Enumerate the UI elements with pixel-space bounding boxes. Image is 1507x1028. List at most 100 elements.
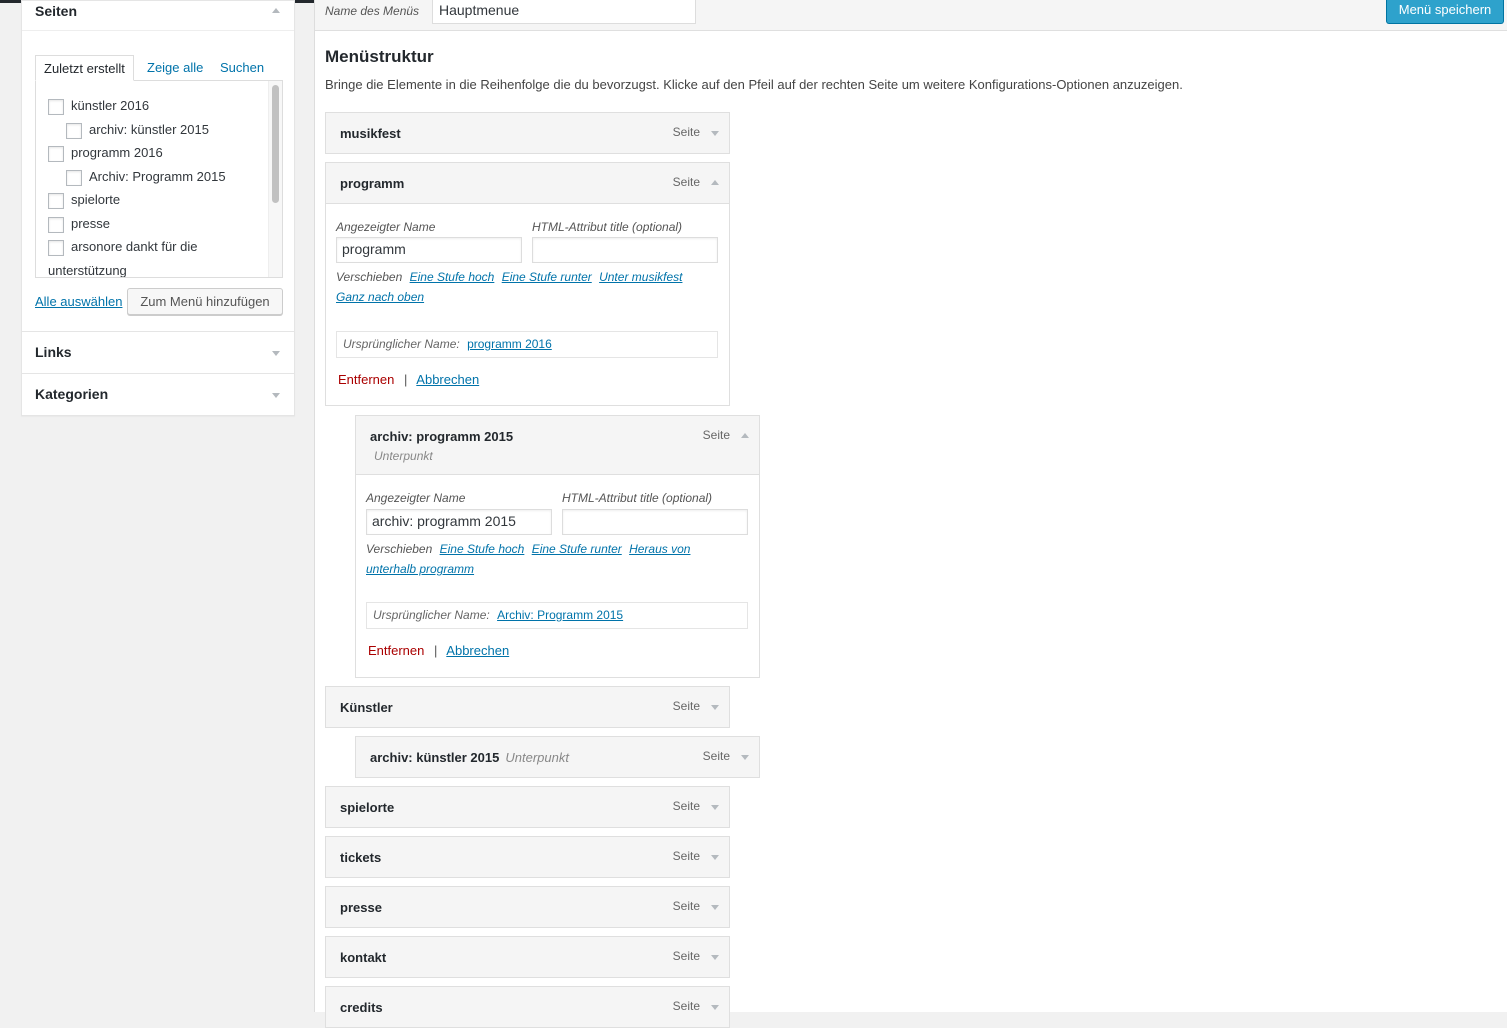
list-item[interactable]: presse: [48, 216, 110, 233]
arrow-down-icon[interactable]: [272, 351, 280, 356]
checkbox-icon[interactable]: [48, 239, 64, 256]
move-down-link[interactable]: Eine Stufe runter: [532, 542, 622, 556]
move-controls: Verschieben Eine Stufe hoch Eine Stufe r…: [366, 539, 746, 579]
original-name-link[interactable]: programm 2016: [467, 337, 552, 351]
list-item[interactable]: programm 2016: [48, 145, 163, 162]
menu-item-title: kontakt: [340, 950, 387, 965]
menu-item-type: Seite: [672, 799, 700, 813]
menu-structure-description: Bringe die Elemente in die Reihenfolge d…: [325, 77, 1183, 92]
navigation-label-label: Angezeigter Name: [366, 491, 466, 505]
menu-name-input[interactable]: Hauptmenue: [432, 0, 696, 24]
arrow-down-icon[interactable]: [711, 855, 719, 860]
remove-link[interactable]: Entfernen: [368, 643, 424, 658]
add-to-menu-button[interactable]: Zum Menü hinzufügen: [127, 288, 283, 315]
arrow-up-icon[interactable]: [272, 8, 280, 13]
arrow-down-icon[interactable]: [711, 131, 719, 136]
pages-box-title: Seiten: [35, 3, 78, 19]
original-name-label: Ursprünglicher Name:: [343, 337, 460, 351]
menu-item-subitem-label: Unterpunkt: [374, 449, 433, 463]
cancel-link[interactable]: Abbrechen: [446, 643, 509, 658]
move-out-link-continued[interactable]: unterhalb programm: [366, 562, 474, 576]
checkbox-icon[interactable]: [66, 169, 82, 186]
list-item[interactable]: Archiv: Programm 2015: [66, 169, 226, 186]
menu-item-type: Seite: [672, 175, 700, 189]
menu-item-kuenstler[interactable]: Künstler Seite: [325, 686, 730, 728]
menu-item-type: Seite: [702, 428, 730, 442]
list-item[interactable]: künstler 2016: [48, 98, 149, 115]
menu-item-type: Seite: [702, 749, 730, 763]
navigation-label-input[interactable]: programm: [336, 237, 522, 263]
move-under-link[interactable]: Unter musikfest: [599, 270, 682, 284]
menu-item-archiv-kuenstler[interactable]: archiv: künstler 2015 Unterpunkt Seite: [355, 736, 760, 778]
menu-item-title: archiv: künstler 2015 Unterpunkt: [370, 750, 569, 765]
navigation-label-input[interactable]: archiv: programm 2015: [366, 509, 552, 535]
menu-item-title: credits: [340, 1000, 383, 1015]
arrow-down-icon[interactable]: [711, 905, 719, 910]
move-down-link[interactable]: Eine Stufe runter: [502, 270, 592, 284]
list-item[interactable]: spielorte: [48, 192, 120, 209]
list-item-label: presse: [71, 216, 111, 231]
arrow-down-icon[interactable]: [272, 393, 280, 398]
pages-box-header[interactable]: Seiten: [22, 1, 294, 31]
separator: |: [404, 372, 408, 387]
menu-item-spielorte[interactable]: spielorte Seite: [325, 786, 730, 828]
scrollbar[interactable]: [268, 81, 282, 277]
select-all-link[interactable]: Alle auswählen: [35, 294, 122, 309]
pages-box: Seiten Zuletzt erstellt Zeige alle Suche…: [21, 0, 295, 332]
list-item-label: künstler 2016: [71, 98, 150, 113]
arrow-down-icon[interactable]: [741, 755, 749, 760]
scrollbar-thumb[interactable]: [272, 85, 279, 203]
arrow-down-icon[interactable]: [711, 705, 719, 710]
menu-name-label: Name des Menüs: [325, 4, 420, 18]
menu-item-title: archiv: programm 2015: [370, 429, 514, 444]
move-label: Verschieben: [336, 270, 403, 284]
links-box[interactable]: Links: [21, 332, 295, 374]
menu-item-type: Seite: [672, 999, 700, 1013]
categories-box[interactable]: Kategorien: [21, 374, 295, 416]
original-name-link[interactable]: Archiv: Programm 2015: [497, 608, 623, 622]
checkbox-icon[interactable]: [48, 192, 64, 209]
categories-box-title: Kategorien: [35, 386, 109, 402]
cancel-link[interactable]: Abbrechen: [416, 372, 479, 387]
arrow-up-icon[interactable]: [741, 433, 749, 438]
menu-item-programm[interactable]: programm Seite: [325, 162, 730, 204]
arrow-down-icon[interactable]: [711, 1005, 719, 1010]
title-attribute-input[interactable]: [532, 237, 718, 263]
pages-tabs: Zuletzt erstellt Zeige alle Suchen: [35, 55, 283, 81]
menu-item-title-text: archiv: künstler 2015: [370, 750, 500, 765]
original-name-box: Ursprünglicher Name: programm 2016: [336, 331, 718, 358]
checkbox-icon[interactable]: [48, 98, 64, 115]
arrow-up-icon[interactable]: [711, 180, 719, 185]
separator: |: [434, 643, 438, 658]
menu-name-bar: Name des Menüs Hauptmenue Menü speichern: [315, 0, 1507, 31]
tab-recent[interactable]: Zuletzt erstellt: [35, 55, 134, 81]
move-up-link[interactable]: Eine Stufe hoch: [410, 270, 495, 284]
arrow-down-icon[interactable]: [711, 955, 719, 960]
menu-item-archiv-programm[interactable]: archiv: programm 2015 Unterpunkt Seite: [355, 415, 760, 475]
checkbox-icon[interactable]: [66, 122, 82, 139]
menu-item-musikfest[interactable]: musikfest Seite: [325, 112, 730, 154]
menu-item-type: Seite: [672, 699, 700, 713]
remove-link[interactable]: Entfernen: [338, 372, 394, 387]
move-out-link[interactable]: Heraus von: [629, 542, 690, 556]
list-item[interactable]: archiv: künstler 2015: [66, 122, 209, 139]
checkbox-icon[interactable]: [48, 145, 64, 162]
save-menu-button[interactable]: Menü speichern: [1386, 0, 1504, 24]
menu-item-presse[interactable]: presse Seite: [325, 886, 730, 928]
menu-item-credits[interactable]: credits Seite: [325, 986, 730, 1028]
move-top-link[interactable]: Ganz nach oben: [336, 290, 424, 304]
item-actions: Entfernen | Abbrechen: [368, 643, 509, 658]
menu-item-kontakt[interactable]: kontakt Seite: [325, 936, 730, 978]
menu-item-title: programm: [340, 176, 405, 191]
menu-item-tickets[interactable]: tickets Seite: [325, 836, 730, 878]
title-attribute-input[interactable]: [562, 509, 748, 535]
checkbox-icon[interactable]: [48, 216, 64, 233]
tab-show-all[interactable]: Zeige alle: [139, 55, 211, 81]
move-up-link[interactable]: Eine Stufe hoch: [440, 542, 525, 556]
list-item[interactable]: arsonore dankt für die: [48, 239, 197, 256]
pages-checklist[interactable]: künstler 2016 archiv: künstler 2015 prog…: [35, 80, 283, 278]
navigation-label-label: Angezeigter Name: [336, 220, 436, 234]
arrow-down-icon[interactable]: [711, 805, 719, 810]
tab-search[interactable]: Suchen: [212, 55, 272, 81]
menu-item-settings-programm: Angezeigter Name HTML-Attribut title (op…: [325, 204, 730, 406]
